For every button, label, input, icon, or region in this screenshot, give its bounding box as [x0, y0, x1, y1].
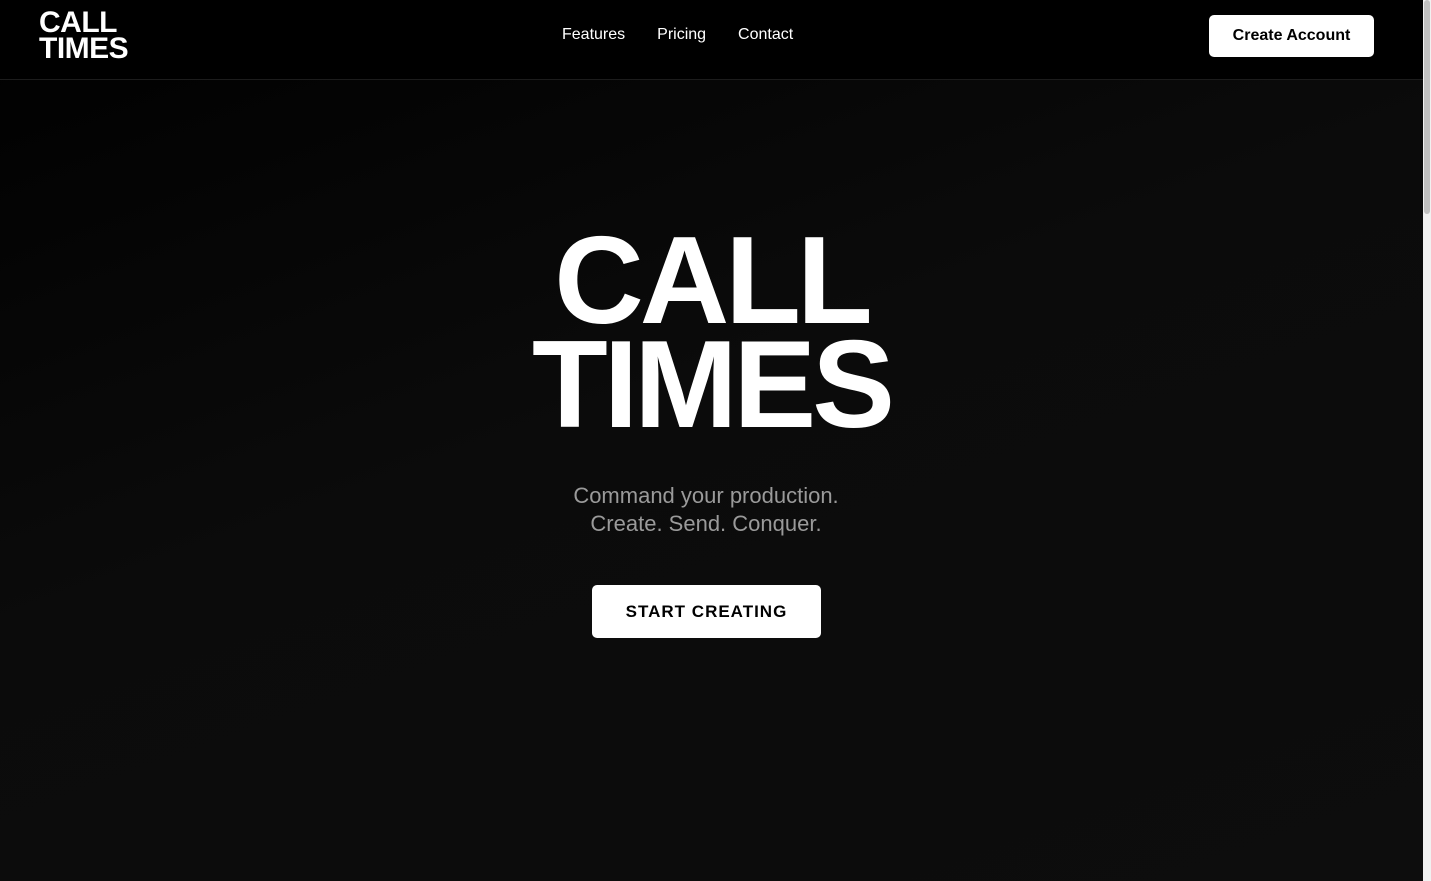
nav-link-features[interactable]: Features — [562, 24, 625, 46]
nav-link-pricing[interactable]: Pricing — [657, 24, 706, 46]
hero-subtitle: Command your production. Create. Send. C… — [0, 482, 1412, 538]
hero-title: CALL TIMES — [0, 219, 1423, 454]
logo-line-2: TIMES — [39, 32, 129, 65]
hero-section: CALL TIMES Command your production. Crea… — [0, 79, 1423, 881]
vertical-scrollbar[interactable] — [1423, 0, 1431, 881]
start-creating-button[interactable]: START CREATING — [592, 585, 821, 638]
hero-subtitle-line-2: Create. Send. Conquer. — [590, 511, 822, 536]
nav-links: Features Pricing Contact — [562, 24, 793, 46]
page-viewport: CALL TIMES Features Pricing Contact Crea… — [0, 0, 1423, 881]
top-navbar: CALL TIMES Features Pricing Contact Crea… — [0, 0, 1423, 80]
logo[interactable]: CALL TIMES — [39, 8, 129, 65]
hero-title-line-2: TIMES — [532, 316, 895, 454]
hero-subtitle-line-1: Command your production. — [573, 483, 839, 508]
create-account-button[interactable]: Create Account — [1209, 15, 1374, 57]
nav-link-contact[interactable]: Contact — [738, 24, 793, 46]
scrollbar-thumb[interactable] — [1424, 0, 1430, 214]
